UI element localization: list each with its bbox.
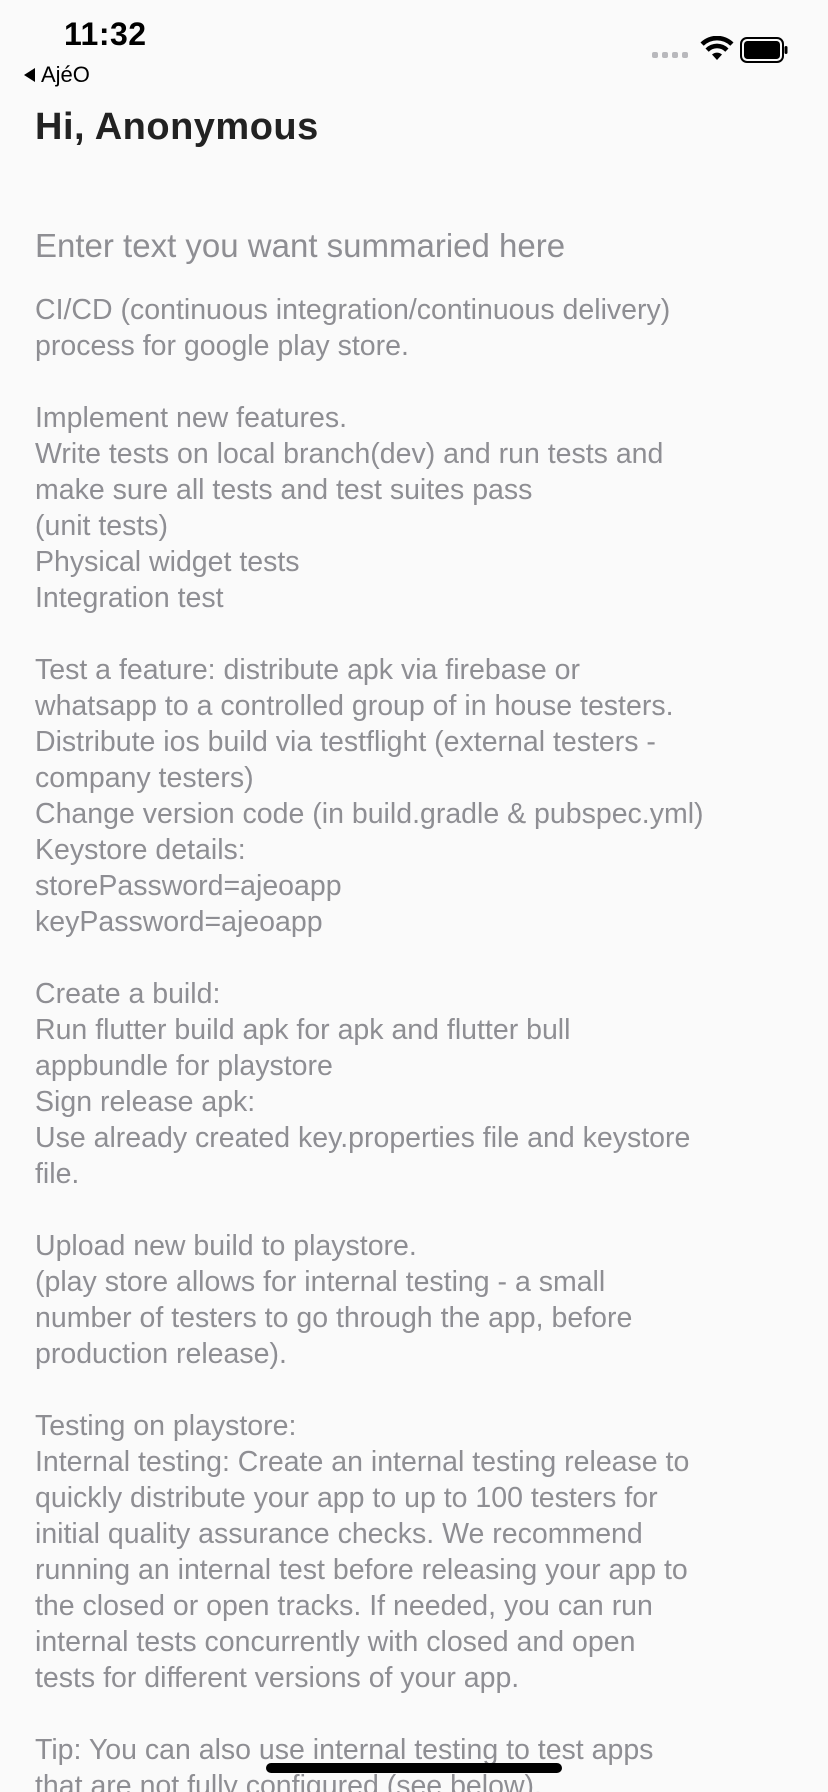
battery-icon xyxy=(740,37,788,63)
home-indicator[interactable] xyxy=(266,1763,562,1773)
cellular-signal-icon xyxy=(652,52,688,58)
input-value[interactable]: CI/CD (continuous integration/continuous… xyxy=(35,292,795,1792)
wifi-icon xyxy=(700,36,734,60)
back-to-app-button[interactable]: AjéO xyxy=(24,62,90,88)
input-placeholder: Enter text you want summaried here xyxy=(35,227,566,264)
back-label: AjéO xyxy=(41,62,90,87)
page-title: Hi, Anonymous xyxy=(35,106,319,148)
status-time: 11:32 xyxy=(64,16,147,52)
summary-text-input[interactable]: Enter text you want summaried here CI/CD… xyxy=(35,222,795,1792)
back-triangle-icon xyxy=(24,68,35,82)
